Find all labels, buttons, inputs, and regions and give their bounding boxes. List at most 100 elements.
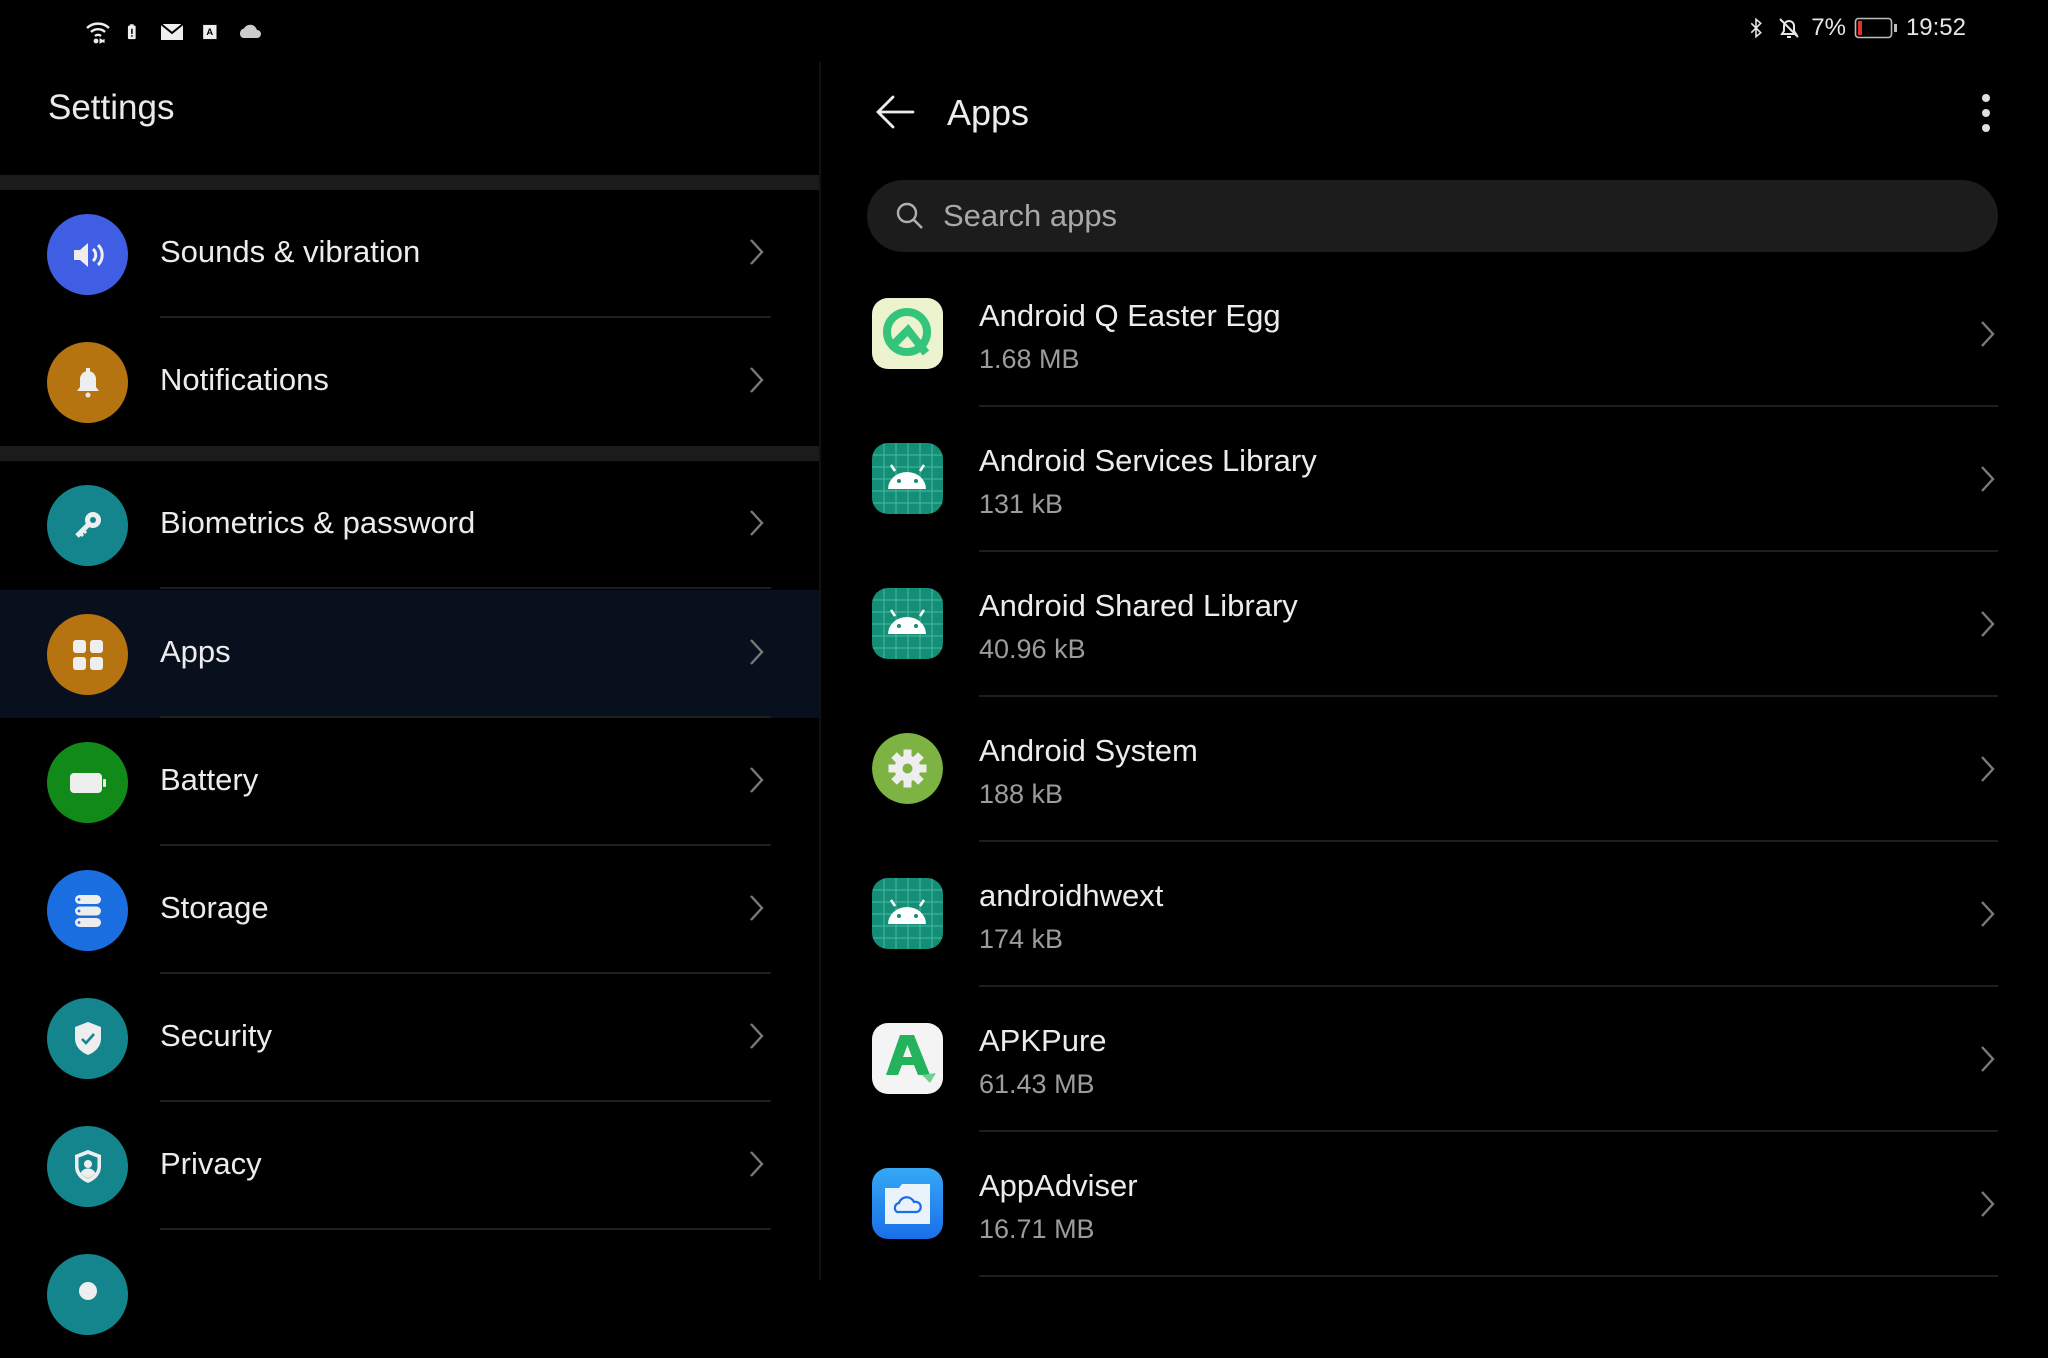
a-badge-icon: A xyxy=(203,24,217,40)
chevron-right-icon xyxy=(750,767,764,793)
app-size: 188 kB xyxy=(979,779,1064,809)
search-bar[interactable] xyxy=(867,180,1998,252)
sidebar-item-label: Storage xyxy=(160,890,269,925)
sidebar-item-apps[interactable]: Apps xyxy=(0,590,819,718)
privacy-shield-icon xyxy=(47,1126,128,1207)
settings-sidebar: Settings Sounds & vibration Notification… xyxy=(0,62,819,1335)
app-name: APKPure xyxy=(979,1023,1107,1058)
chevron-right-icon xyxy=(1981,901,1995,927)
sidebar-item-biometrics-password[interactable]: Biometrics & password xyxy=(0,461,819,589)
settings-title: Settings xyxy=(48,88,175,127)
chevron-right-icon xyxy=(1981,1191,1995,1217)
app-row-androidhwext[interactable]: androidhwext 174 kB xyxy=(821,842,2048,987)
app-name: AppAdviser xyxy=(979,1168,1138,1203)
app-row-apkpure[interactable]: APKPure 61.43 MB xyxy=(821,987,2048,1132)
chevron-right-icon xyxy=(1981,756,1995,782)
sidebar-item-label: Privacy xyxy=(160,1146,262,1181)
status-bar: A 7% 19:52 xyxy=(0,0,2048,62)
chevron-right-icon xyxy=(1981,611,1995,637)
more-vert-icon-dot xyxy=(1982,124,1990,132)
bluetooth-icon xyxy=(1750,17,1763,39)
section-separator xyxy=(0,175,819,190)
sidebar-item-label: Sounds & vibration xyxy=(160,234,421,269)
svg-text:A: A xyxy=(206,26,213,37)
apps-pane: Apps Android Q Easter Egg 1.68 MB Androi… xyxy=(821,62,2048,1280)
chevron-right-icon xyxy=(750,510,764,536)
app-size: 40.96 kB xyxy=(979,634,1086,664)
partial-icon xyxy=(47,1254,128,1335)
status-left-icons: A xyxy=(84,18,264,46)
shield-check-icon xyxy=(47,998,128,1079)
sidebar-item-notifications[interactable]: Notifications xyxy=(0,318,819,446)
chevron-right-icon xyxy=(750,1151,764,1177)
app-name: Android Shared Library xyxy=(979,588,1298,623)
app-name: Android System xyxy=(979,733,1198,768)
android-default-icon xyxy=(872,443,943,514)
sidebar-item-storage[interactable]: Storage xyxy=(0,846,819,974)
more-vert-icon-dot xyxy=(1982,109,1990,117)
wifi-icon xyxy=(86,22,110,44)
battery-alert-icon xyxy=(127,24,136,40)
sidebar-item-sounds-vibration[interactable]: Sounds & vibration xyxy=(0,190,819,318)
sidebar-item-label: Apps xyxy=(160,634,231,669)
search-input[interactable] xyxy=(941,197,1945,235)
chevron-right-icon xyxy=(750,1023,764,1049)
bell-icon xyxy=(47,342,128,423)
chevron-right-icon xyxy=(1981,466,1995,492)
chevron-right-icon xyxy=(750,895,764,921)
sidebar-item-label: Battery xyxy=(160,762,259,797)
divider xyxy=(979,1275,1998,1277)
search-icon xyxy=(896,202,923,229)
sidebar-item-label: Security xyxy=(160,1018,272,1053)
app-size: 174 kB xyxy=(979,924,1064,954)
more-vert-icon-dot xyxy=(1982,94,1990,102)
divider xyxy=(160,587,771,589)
app-row-android-q-easter-egg[interactable]: Android Q Easter Egg 1.68 MB xyxy=(821,262,2048,407)
app-row-appadviser[interactable]: AppAdviser 16.71 MB xyxy=(821,1132,2048,1277)
app-size: 16.71 MB xyxy=(979,1214,1095,1244)
app-name: Android Q Easter Egg xyxy=(979,298,1281,333)
chevron-right-icon xyxy=(750,367,764,393)
bell-off-icon xyxy=(1779,18,1799,38)
page-title: Apps xyxy=(947,92,1030,133)
chevron-right-icon xyxy=(1981,1046,1995,1072)
battery-low-icon xyxy=(1854,17,1897,39)
status-right: 7% 19:52 xyxy=(1745,14,1966,42)
chevron-right-icon xyxy=(1981,321,1995,347)
speaker-icon xyxy=(47,214,128,295)
battery-icon xyxy=(47,742,128,823)
app-name: androidhwext xyxy=(979,878,1164,913)
apkpure-icon xyxy=(872,1023,943,1094)
android-system-gear-icon xyxy=(872,733,943,804)
more-options-button[interactable] xyxy=(1971,88,2001,138)
app-row-android-shared-library[interactable]: Android Shared Library 40.96 kB xyxy=(821,552,2048,697)
app-row-android-system[interactable]: Android System 188 kB xyxy=(821,697,2048,842)
section-separator xyxy=(0,446,819,461)
storage-icon xyxy=(47,870,128,951)
app-size: 1.68 MB xyxy=(979,344,1080,374)
back-arrow-icon xyxy=(876,95,915,129)
app-size: 61.43 MB xyxy=(979,1069,1095,1099)
mail-icon xyxy=(160,23,184,40)
app-size: 131 kB xyxy=(979,489,1064,519)
android-default-icon xyxy=(872,878,943,949)
sidebar-item-partial[interactable] xyxy=(0,1230,819,1358)
app-row-android-services-library[interactable]: Android Services Library 131 kB xyxy=(821,407,2048,552)
android-default-icon xyxy=(872,588,943,659)
back-button[interactable] xyxy=(867,88,923,136)
app-name: Android Services Library xyxy=(979,443,1317,478)
chevron-right-icon xyxy=(750,239,764,265)
sidebar-item-battery[interactable]: Battery xyxy=(0,718,819,846)
sidebar-item-label: Notifications xyxy=(160,362,329,397)
sidebar-item-privacy[interactable]: Privacy xyxy=(0,1102,819,1230)
chevron-right-icon xyxy=(750,639,764,665)
apps-grid-icon xyxy=(47,614,128,695)
appadviser-icon xyxy=(872,1168,943,1239)
clock: 19:52 xyxy=(1905,14,1966,41)
android-q-icon xyxy=(872,298,943,369)
sidebar-item-label: Biometrics & password xyxy=(160,505,476,540)
battery-percent: 7% xyxy=(1811,14,1846,41)
cloud-icon xyxy=(239,24,261,38)
key-icon xyxy=(47,485,128,566)
sidebar-item-security[interactable]: Security xyxy=(0,974,819,1102)
